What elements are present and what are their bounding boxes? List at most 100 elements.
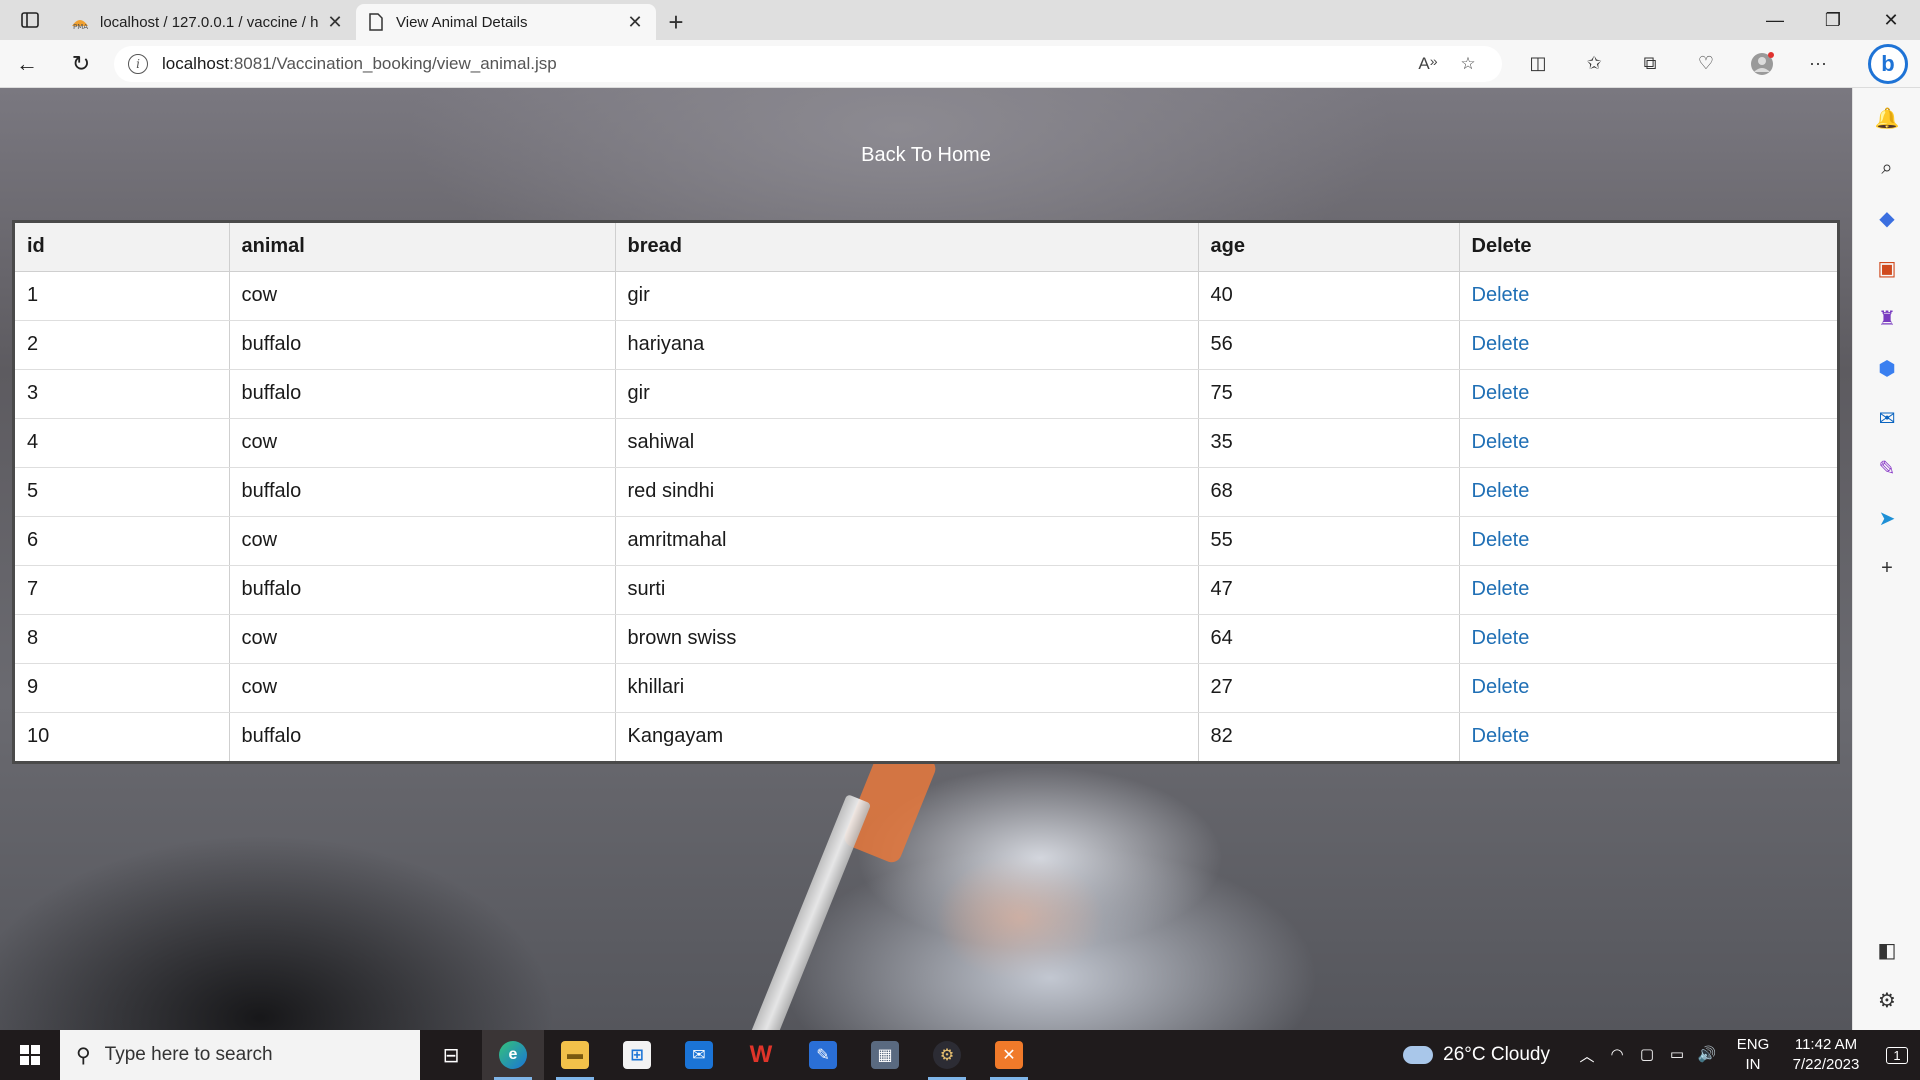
- weather-widget[interactable]: 26°C Cloudy: [1403, 1044, 1550, 1066]
- input-language[interactable]: ENG IN: [1728, 1035, 1778, 1075]
- tools-briefcase-icon[interactable]: ▣: [1871, 252, 1903, 284]
- microsoft-365-icon[interactable]: ⬢: [1871, 352, 1903, 384]
- taskbar-editor[interactable]: ✎: [792, 1030, 854, 1080]
- cell-bread: amritmahal: [615, 516, 1199, 566]
- taskbar-file-explorer[interactable]: ▬: [544, 1030, 606, 1080]
- tab-actions-button[interactable]: [0, 0, 60, 40]
- favorites-icon[interactable]: ✩: [1566, 40, 1622, 88]
- taskbar-edge[interactable]: e: [482, 1030, 544, 1080]
- back-icon[interactable]: ←: [0, 40, 54, 88]
- shopping-tag-icon[interactable]: ◆: [1871, 202, 1903, 234]
- new-tab-button[interactable]: +: [656, 4, 696, 40]
- windows-taskbar: ⚲ Type here to search ⊟ e ▬ ⊞ ✉ W ✎ ▦ ⚙ …: [0, 1030, 1920, 1080]
- outlook-icon[interactable]: ✉: [1871, 402, 1903, 434]
- split-screen-icon[interactable]: ◫: [1510, 40, 1566, 88]
- back-to-home-link[interactable]: Back To Home: [0, 144, 1852, 167]
- taskbar-calculator[interactable]: ▦: [854, 1030, 916, 1080]
- delete-link[interactable]: Delete: [1472, 725, 1530, 747]
- delete-link[interactable]: Delete: [1472, 431, 1530, 453]
- address-bar-row: ← ↻ i localhost:8081/Vaccination_booking…: [0, 40, 1920, 88]
- delete-link[interactable]: Delete: [1472, 333, 1530, 355]
- cell-delete: Delete: [1459, 614, 1837, 664]
- delete-link[interactable]: Delete: [1472, 529, 1530, 551]
- cell-bread: khillari: [615, 663, 1199, 713]
- cell-id: 5: [15, 467, 230, 517]
- tab-view-animal-details[interactable]: View Animal Details ✕: [356, 4, 656, 40]
- column-header-bread: bread: [615, 223, 1199, 272]
- cell-age: 47: [1198, 565, 1460, 615]
- collections-icon[interactable]: ⧉: [1622, 40, 1678, 88]
- site-info-icon[interactable]: i: [128, 53, 148, 74]
- cell-animal: buffalo: [229, 369, 616, 419]
- taskbar-eclipse[interactable]: ⚙: [916, 1030, 978, 1080]
- task-view-button[interactable]: ⊟: [420, 1030, 482, 1080]
- more-options-icon[interactable]: ···: [1790, 40, 1846, 88]
- tab-phpmyadmin[interactable]: PMA localhost / 127.0.0.1 / vaccine / h …: [60, 4, 356, 40]
- cell-age: 27: [1198, 663, 1460, 713]
- url-field[interactable]: i localhost:8081/Vaccination_booking/vie…: [114, 45, 1502, 82]
- settings-gear-icon[interactable]: ⚙: [1871, 984, 1903, 1016]
- delete-link[interactable]: Delete: [1472, 578, 1530, 600]
- mail-icon: ✉: [685, 1041, 713, 1069]
- minimize-icon[interactable]: —: [1746, 0, 1804, 40]
- taskbar-xampp[interactable]: ✕: [978, 1030, 1040, 1080]
- close-window-icon[interactable]: ✕: [1862, 0, 1920, 40]
- delete-link[interactable]: Delete: [1472, 480, 1530, 502]
- animal-table-container: id animal bread age Delete 1 cow gir 40 Dele…: [12, 220, 1840, 764]
- cell-animal: buffalo: [229, 320, 616, 370]
- table-row: 7 buffalo surti 47 Delete: [15, 565, 1837, 615]
- taskbar-mail[interactable]: ✉: [668, 1030, 730, 1080]
- show-hidden-icons-chevron-icon[interactable]: ︿: [1572, 1045, 1602, 1066]
- browser-tab-bar: PMA localhost / 127.0.0.1 / vaccine / h …: [0, 0, 1920, 40]
- designer-icon[interactable]: ✎: [1871, 452, 1903, 484]
- table-row: 10 buffalo Kangayam 82 Delete: [15, 712, 1837, 761]
- device-icon[interactable]: ▢: [1632, 1045, 1662, 1066]
- favorite-star-icon[interactable]: ☆: [1448, 54, 1488, 74]
- delete-link[interactable]: Delete: [1472, 627, 1530, 649]
- sidebar-layout-icon[interactable]: ◧: [1871, 934, 1903, 966]
- profile-avatar-icon[interactable]: [1734, 40, 1790, 88]
- browser-essentials-icon[interactable]: ♡: [1678, 40, 1734, 88]
- cell-bread: brown swiss: [615, 614, 1199, 664]
- delete-link[interactable]: Delete: [1472, 284, 1530, 306]
- weather-text: 26°C Cloudy: [1443, 1044, 1550, 1065]
- clock[interactable]: 11:42 AM 7/22/2023: [1778, 1035, 1874, 1075]
- volume-icon[interactable]: 🔊: [1692, 1045, 1722, 1066]
- notifications-bell-icon[interactable]: 🔔: [1871, 102, 1903, 134]
- taskbar-wps[interactable]: W: [730, 1030, 792, 1080]
- bing-copilot-icon[interactable]: b: [1868, 44, 1908, 84]
- restore-icon[interactable]: ❐: [1804, 0, 1862, 40]
- network-icon[interactable]: ◠: [1602, 1045, 1632, 1066]
- close-tab-icon[interactable]: ✕: [324, 11, 346, 33]
- cell-bread: hariyana: [615, 320, 1199, 370]
- read-aloud-icon[interactable]: A»: [1408, 54, 1448, 74]
- page-icon: [366, 12, 386, 32]
- cell-id: 7: [15, 565, 230, 615]
- eclipse-gear-icon: ⚙: [933, 1041, 961, 1069]
- games-chess-icon[interactable]: ♜: [1871, 302, 1903, 334]
- start-button[interactable]: [0, 1030, 60, 1080]
- drop-send-icon[interactable]: ➤: [1871, 502, 1903, 534]
- notification-center-icon[interactable]: 1: [1874, 1046, 1920, 1064]
- delete-link[interactable]: Delete: [1472, 382, 1530, 404]
- battery-icon[interactable]: ▭: [1662, 1045, 1692, 1066]
- cell-animal: cow: [229, 614, 616, 664]
- cell-id: 2: [15, 320, 230, 370]
- cell-bread: red sindhi: [615, 467, 1199, 517]
- refresh-icon[interactable]: ↻: [54, 40, 108, 88]
- add-sidebar-app-icon[interactable]: +: [1871, 552, 1903, 584]
- cell-age: 82: [1198, 712, 1460, 761]
- svg-text:PMA: PMA: [73, 23, 88, 30]
- taskbar-store[interactable]: ⊞: [606, 1030, 668, 1080]
- search-icon[interactable]: ⌕: [1871, 152, 1903, 184]
- cell-id: 8: [15, 614, 230, 664]
- delete-link[interactable]: Delete: [1472, 676, 1530, 698]
- editor-icon: ✎: [809, 1041, 837, 1069]
- column-header-animal: animal: [229, 223, 616, 272]
- cell-animal: cow: [229, 418, 616, 468]
- taskbar-search-box[interactable]: ⚲ Type here to search: [60, 1030, 420, 1080]
- windows-logo-icon: [20, 1045, 40, 1065]
- cell-bread: surti: [615, 565, 1199, 615]
- close-tab-icon[interactable]: ✕: [624, 11, 646, 33]
- file-explorer-icon: ▬: [561, 1041, 589, 1069]
